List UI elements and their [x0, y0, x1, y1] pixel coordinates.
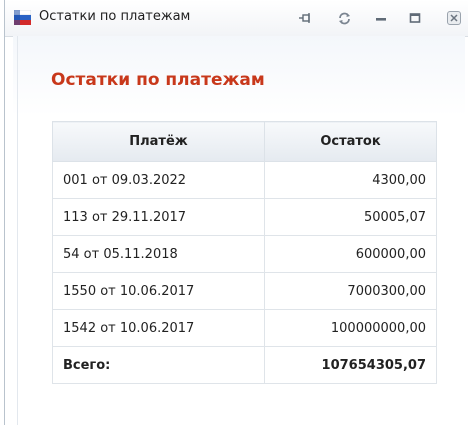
close-button[interactable] [445, 9, 463, 27]
payment-cell: 113 от 29.11.2017 [52, 198, 265, 236]
payment-cell: 54 от 05.11.2018 [52, 235, 265, 273]
balance-cell: 7000300,00 [263, 272, 438, 310]
balance-cell: 4300,00 [263, 161, 438, 199]
total-row: Всего: 107654305,07 [52, 346, 438, 384]
table-header-row: Платёж Остаток [52, 121, 438, 162]
column-header-balance[interactable]: Остаток [263, 121, 438, 162]
payment-cell: 001 от 09.03.2022 [52, 161, 265, 199]
table-row[interactable]: 54 от 05.11.2018 600000,00 [52, 235, 438, 273]
pin-button[interactable] [297, 9, 315, 27]
refresh-icon [338, 12, 350, 24]
pin-icon [299, 13, 310, 23]
balance-cell: 50005,07 [263, 198, 438, 236]
payments-balance-table: Платёж Остаток 001 от 09.03.2022 4300,00… [52, 121, 438, 384]
page-heading: Остатки по платежам [51, 70, 265, 90]
refresh-button[interactable] [335, 9, 353, 27]
balance-cell: 600000,00 [263, 235, 438, 273]
title-bar[interactable]: Остатки по платежам [5, 0, 468, 37]
column-header-payment[interactable]: Платёж [52, 121, 265, 162]
maximize-icon [409, 13, 421, 23]
minimize-button[interactable] [372, 9, 390, 27]
payment-cell: 1542 от 10.06.2017 [52, 309, 265, 347]
table-row[interactable]: 1550 от 10.06.2017 7000300,00 [52, 272, 438, 310]
close-icon [447, 11, 461, 25]
payment-cell: 1550 от 10.06.2017 [52, 272, 265, 310]
maximize-button[interactable] [406, 9, 424, 27]
app-flag-icon [13, 9, 32, 25]
table-row[interactable]: 1542 от 10.06.2017 100000000,00 [52, 309, 438, 347]
content-border [17, 36, 18, 425]
window-title: Остатки по платежам [39, 9, 191, 24]
minimize-icon [376, 18, 386, 21]
total-value: 107654305,07 [263, 346, 438, 384]
table-row[interactable]: 001 от 09.03.2022 4300,00 [52, 161, 438, 199]
balance-cell: 100000000,00 [263, 309, 438, 347]
table-row[interactable]: 113 от 29.11.2017 50005,07 [52, 198, 438, 236]
total-label: Всего: [52, 346, 265, 384]
